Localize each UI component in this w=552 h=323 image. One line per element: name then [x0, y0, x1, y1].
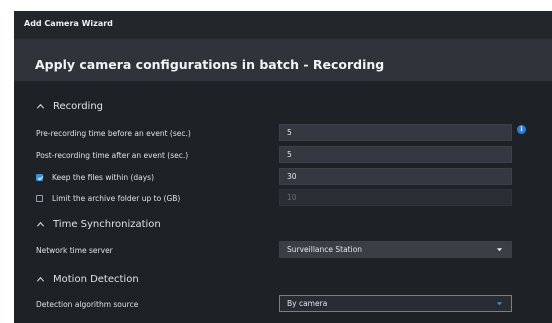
- post-recording-row: Post-recording time after an event (sec.…: [36, 147, 188, 163]
- network-time-label: Network time server: [36, 245, 113, 255]
- chevron-down-icon: [496, 302, 503, 306]
- keep-files-checkbox[interactable]: [36, 173, 43, 181]
- post-recording-label: Post-recording time after an event (sec.…: [36, 150, 189, 160]
- keep-files-label: Keep the files within (days): [52, 172, 155, 182]
- section-recording[interactable]: Recording: [36, 98, 103, 114]
- window-title: Add Camera Wizard: [24, 19, 113, 28]
- section-time-sync[interactable]: Time Synchronization: [36, 216, 161, 232]
- pre-recording-input[interactable]: 5: [279, 124, 512, 141]
- caret-up-icon: [36, 276, 45, 282]
- add-camera-wizard-window: Add Camera Wizard Apply camera configura…: [14, 11, 552, 323]
- section-title-time-sync: Time Synchronization: [53, 218, 161, 230]
- detection-source-row: Detection algorithm source: [36, 296, 138, 312]
- settings-panel: Recording Pre-recording time before an e…: [14, 81, 552, 323]
- keep-files-input[interactable]: 30: [279, 168, 512, 185]
- pre-recording-row: Pre-recording time before an event (sec.…: [36, 125, 191, 141]
- network-time-value: Surveillance Station: [287, 245, 363, 254]
- network-time-select[interactable]: Surveillance Station: [279, 241, 512, 258]
- limit-archive-label: Limit the archive folder up to (GB): [52, 193, 181, 203]
- post-recording-input[interactable]: 5: [279, 146, 512, 163]
- caret-up-icon: [36, 221, 45, 227]
- pre-recording-label: Pre-recording time before an event (sec.…: [36, 128, 191, 138]
- limit-archive-input: 10: [279, 189, 512, 206]
- info-icon[interactable]: i: [517, 125, 526, 134]
- detection-source-value: By camera: [287, 299, 328, 308]
- page-title: Apply camera configurations in batch - R…: [35, 57, 385, 72]
- limit-archive-checkbox[interactable]: [36, 194, 43, 202]
- keep-files-row: Keep the files within (days): [36, 169, 154, 185]
- caret-up-icon: [36, 103, 45, 109]
- limit-archive-row: Limit the archive folder up to (GB): [36, 190, 180, 206]
- section-title-recording: Recording: [53, 100, 104, 112]
- wizard-header: Apply camera configurations in batch - R…: [14, 39, 552, 81]
- section-motion-detection[interactable]: Motion Detection: [36, 271, 139, 287]
- chevron-down-icon: [496, 248, 503, 252]
- detection-source-select[interactable]: By camera: [279, 295, 512, 312]
- detection-source-label: Detection algorithm source: [36, 299, 139, 309]
- section-title-motion: Motion Detection: [53, 273, 139, 285]
- network-time-row: Network time server: [36, 242, 113, 258]
